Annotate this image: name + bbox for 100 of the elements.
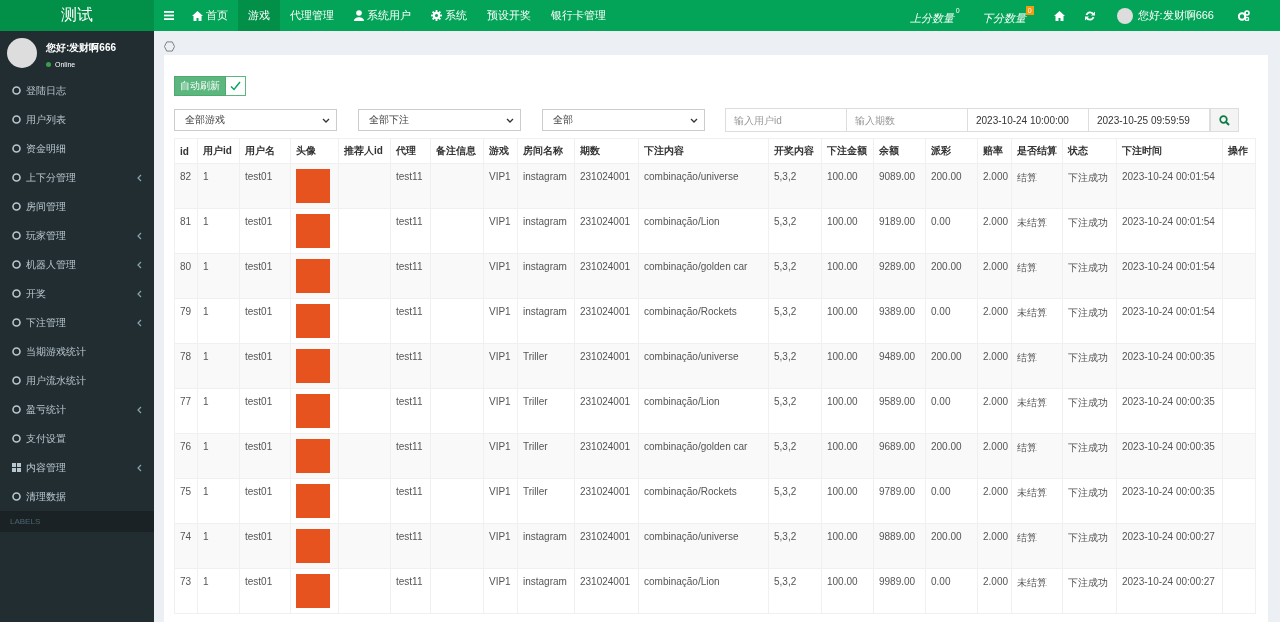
sidebar-item[interactable]: 上下分管理 bbox=[0, 163, 154, 192]
sidebar-item[interactable]: 玩家管理 bbox=[0, 221, 154, 250]
table-cell: test11 bbox=[396, 171, 423, 182]
avatar-image bbox=[296, 574, 330, 608]
table-cell: 结算 bbox=[1017, 352, 1037, 363]
table-cell: test11 bbox=[396, 486, 423, 497]
column-header: 用户名 bbox=[239, 138, 291, 164]
table-cell: 下注成功 bbox=[1068, 397, 1108, 408]
table-cell: 2023-10-24 00:00:27 bbox=[1122, 531, 1215, 542]
table-cell: test11 bbox=[396, 531, 423, 542]
circle-icon bbox=[12, 376, 21, 385]
table-cell: 2.000 bbox=[983, 306, 1009, 317]
sidebar-item[interactable]: 登陆日志 bbox=[0, 76, 154, 105]
start-date-field[interactable]: 2023-10-24 10:00:00 bbox=[967, 108, 1089, 132]
end-date-field[interactable]: 2023-10-25 09:59:59 bbox=[1088, 108, 1210, 132]
table-cell: 231024001 bbox=[580, 576, 631, 587]
table-cell: 80 bbox=[180, 261, 192, 272]
table-cell: Triller bbox=[523, 441, 548, 452]
dropdown[interactable]: 全部下注 bbox=[358, 109, 521, 131]
table-cell: test11 bbox=[396, 261, 423, 272]
table-cell: instagram bbox=[523, 576, 567, 587]
avatar-image bbox=[296, 349, 330, 383]
sidebar-item[interactable]: 机器人管理 bbox=[0, 250, 154, 279]
table-cell: 75 bbox=[180, 486, 192, 497]
table-cell: combinação/Rockets bbox=[644, 486, 737, 497]
table-cell: 9689.00 bbox=[879, 441, 916, 452]
table-cell: combinação/universe bbox=[644, 531, 739, 542]
caret-icon bbox=[322, 117, 330, 123]
table-cell: 5,3,2 bbox=[774, 441, 797, 452]
user-id-field[interactable]: 输入用户id bbox=[725, 108, 847, 132]
table-cell: 81 bbox=[180, 216, 192, 227]
table-cell: test01 bbox=[245, 576, 273, 587]
sidebar-item[interactable]: 下注管理 bbox=[0, 308, 154, 337]
table-cell: 100.00 bbox=[827, 351, 858, 362]
column-header: 操作 bbox=[1222, 138, 1256, 164]
table-cell: 下注成功 bbox=[1068, 487, 1108, 498]
table-cell: 231024001 bbox=[580, 261, 631, 272]
table-cell: combinação/Rockets bbox=[644, 306, 737, 317]
table-cell: 200.00 bbox=[931, 171, 962, 182]
circle-icon bbox=[12, 202, 21, 211]
table-cell: instagram bbox=[523, 261, 567, 272]
nav-tab[interactable]: 游戏 bbox=[238, 0, 280, 31]
table-cell: 1 bbox=[203, 261, 209, 272]
table-cell: 1 bbox=[203, 351, 209, 362]
table-cell: 5,3,2 bbox=[774, 486, 797, 497]
table-cell: 下注成功 bbox=[1068, 262, 1108, 273]
checkbox[interactable] bbox=[226, 76, 246, 96]
circle-icon bbox=[12, 289, 21, 298]
table-cell: 100.00 bbox=[827, 531, 858, 542]
sidebar-item[interactable]: 内容管理 bbox=[0, 453, 154, 482]
table-cell: 200.00 bbox=[931, 441, 962, 452]
table-cell: 231024001 bbox=[580, 486, 631, 497]
table-cell: 200.00 bbox=[931, 531, 962, 542]
table-cell: test01 bbox=[245, 531, 273, 542]
avatar-image bbox=[296, 439, 330, 473]
table-cell: 231024001 bbox=[580, 351, 631, 362]
table-cell: 82 bbox=[180, 171, 192, 182]
sidebar-item[interactable]: 清理数据 bbox=[0, 482, 154, 511]
table-cell: 2023-10-24 00:01:54 bbox=[1122, 216, 1215, 227]
sidebar-item[interactable]: 用户流水统计 bbox=[0, 366, 154, 395]
column-header: 下注内容 bbox=[638, 138, 769, 164]
sidebar-item[interactable]: 盈亏统计 bbox=[0, 395, 154, 424]
search-button[interactable] bbox=[1210, 108, 1239, 132]
table-cell: 0.00 bbox=[931, 486, 951, 497]
column-header: 派彩 bbox=[925, 138, 978, 164]
circle-icon bbox=[12, 347, 21, 356]
user-name: 您好:发财啊666 bbox=[46, 41, 116, 55]
sidebar-item[interactable]: 开奖 bbox=[0, 279, 154, 308]
sidebar-item[interactable]: 房间管理 bbox=[0, 192, 154, 221]
table-cell: 2023-10-24 00:00:35 bbox=[1122, 351, 1215, 362]
sidebar-item[interactable]: 资金明细 bbox=[0, 134, 154, 163]
table-cell: instagram bbox=[523, 531, 567, 542]
table-cell: combinação/Lion bbox=[644, 216, 720, 227]
table-cell: 78 bbox=[180, 351, 192, 362]
sidebar-item[interactable]: 当期游戏统计 bbox=[0, 337, 154, 366]
column-header: 赔率 bbox=[977, 138, 1012, 164]
table-cell: combinação/golden car bbox=[644, 441, 748, 452]
table-cell: 9889.00 bbox=[879, 531, 916, 542]
circle-icon bbox=[12, 86, 21, 95]
table-cell: combinação/universe bbox=[644, 351, 739, 362]
table-cell: 100.00 bbox=[827, 441, 858, 452]
dropdown[interactable]: 全部游戏 bbox=[174, 109, 337, 131]
circle-icon bbox=[12, 405, 21, 414]
sidebar-item[interactable]: 用户列表 bbox=[0, 105, 154, 134]
circle-icon bbox=[12, 434, 21, 443]
table-cell: 2023-10-24 00:01:54 bbox=[1122, 306, 1215, 317]
table-cell: Triller bbox=[523, 396, 548, 407]
table-cell: 未结算 bbox=[1017, 307, 1047, 318]
table-cell: 2023-10-24 00:00:35 bbox=[1122, 396, 1215, 407]
table-cell: 5,3,2 bbox=[774, 576, 797, 587]
table-cell: 0.00 bbox=[931, 306, 951, 317]
dropdown[interactable]: 全部 bbox=[542, 109, 705, 131]
caret-icon bbox=[690, 117, 698, 123]
circle-icon bbox=[12, 231, 21, 240]
table-cell: VIP1 bbox=[489, 171, 511, 182]
table-cell: 100.00 bbox=[827, 306, 858, 317]
brand-logo[interactable]: 测试 bbox=[0, 0, 154, 31]
table-cell: 100.00 bbox=[827, 261, 858, 272]
sidebar-item[interactable]: 支付设置 bbox=[0, 424, 154, 453]
period-field[interactable]: 输入期数 bbox=[846, 108, 968, 132]
